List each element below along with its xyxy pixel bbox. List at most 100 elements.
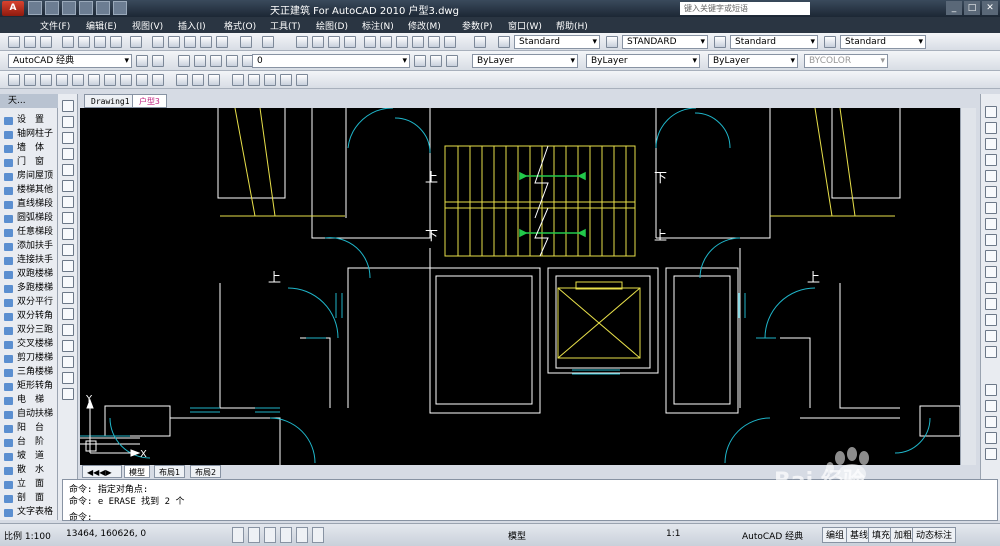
gradient-icon[interactable] xyxy=(62,340,74,352)
explode-icon[interactable] xyxy=(985,346,997,358)
palette-item-steps[interactable]: 台 阶 xyxy=(0,436,58,449)
color-select[interactable]: ByLayer xyxy=(472,54,578,68)
undo-icon[interactable] xyxy=(240,36,252,48)
dim-style-select[interactable]: STANDARD xyxy=(622,35,708,49)
publish-icon[interactable] xyxy=(94,36,106,48)
copy-icon[interactable] xyxy=(168,36,180,48)
menu-help[interactable]: 帮助(H) xyxy=(556,19,588,32)
osnap-intersection-icon[interactable] xyxy=(985,416,997,428)
zoom-window-icon[interactable] xyxy=(328,36,340,48)
tz-icon-4[interactable] xyxy=(56,74,68,86)
text-style-icon[interactable] xyxy=(498,36,510,48)
palette-item-stairs-other[interactable]: 楼梯其他 xyxy=(0,184,58,197)
osnap-perpendicular-icon[interactable] xyxy=(985,448,997,460)
region-icon[interactable] xyxy=(62,356,74,368)
search-input[interactable]: 键入关键字或短语 xyxy=(680,2,810,15)
mtext-icon[interactable] xyxy=(62,388,74,400)
zoom-realtime-icon[interactable] xyxy=(312,36,324,48)
palette-item-split-triple[interactable]: 双分三跑 xyxy=(0,324,58,337)
save-icon[interactable] xyxy=(40,36,52,48)
tz-icon-6[interactable] xyxy=(88,74,100,86)
trim-icon[interactable] xyxy=(985,250,997,262)
tz-icon-9[interactable] xyxy=(136,74,148,86)
tz-icon-10[interactable] xyxy=(152,74,164,86)
palette-item-text-table[interactable]: 文字表格 xyxy=(0,506,58,519)
palette-item-double-run-stair[interactable]: 双跑楼梯 xyxy=(0,268,58,281)
markup-icon[interactable] xyxy=(428,36,440,48)
palette-item-ramp[interactable]: 坡 道 xyxy=(0,450,58,463)
multileader-style-icon[interactable] xyxy=(824,36,836,48)
workspace-icon[interactable] xyxy=(152,55,164,67)
insert-block-icon[interactable] xyxy=(62,276,74,288)
drawing-canvas[interactable]: 上 上 上 下 下 上 Y X xyxy=(80,108,960,465)
copy-object-icon[interactable] xyxy=(985,122,997,134)
otrack-toggle[interactable] xyxy=(312,527,324,543)
snap-toggle[interactable] xyxy=(232,527,244,543)
tz-icon-16[interactable] xyxy=(264,74,276,86)
palette-item-scissor-stair[interactable]: 剪刀楼梯 xyxy=(0,352,58,365)
palette-item-doors-windows[interactable]: 门 窗 xyxy=(0,156,58,169)
properties-icon[interactable] xyxy=(364,36,376,48)
palette-item-elevator[interactable]: 电 梯 xyxy=(0,394,58,407)
redo-icon[interactable] xyxy=(96,1,110,15)
menu-file[interactable]: 文件(F) xyxy=(40,19,70,32)
palette-item-escalator[interactable]: 自动扶梯 xyxy=(0,408,58,421)
tz-icon-1[interactable] xyxy=(8,74,20,86)
erase-icon[interactable] xyxy=(985,106,997,118)
maximize-icon[interactable]: □ xyxy=(964,1,980,15)
palette-item-apron[interactable]: 散 水 xyxy=(0,464,58,477)
save-icon[interactable] xyxy=(62,1,76,15)
multileader-style-select[interactable]: Standard xyxy=(840,35,926,49)
print-icon[interactable] xyxy=(62,36,74,48)
table-style-icon[interactable] xyxy=(714,36,726,48)
menu-format[interactable]: 格式(O) xyxy=(224,19,256,32)
menu-draw[interactable]: 绘图(D) xyxy=(316,19,348,32)
palette-item-multi-run-stair[interactable]: 多跑楼梯 xyxy=(0,282,58,295)
new-icon[interactable] xyxy=(8,36,20,48)
mirror-icon[interactable] xyxy=(985,138,997,150)
menu-view[interactable]: 视图(V) xyxy=(132,19,163,32)
polygon-icon[interactable] xyxy=(62,148,74,160)
minimize-icon[interactable]: _ xyxy=(946,1,962,15)
annotation-scale[interactable]: 1:1 xyxy=(666,529,680,539)
chamfer-icon[interactable] xyxy=(985,314,997,326)
open-icon[interactable] xyxy=(24,36,36,48)
zoom-previous-icon[interactable] xyxy=(344,36,356,48)
palette-item-rooms-roofs[interactable]: 房间屋顶 xyxy=(0,170,58,183)
tz-icon-13[interactable] xyxy=(208,74,220,86)
palette-item-custom-stair[interactable]: 任意梯段 xyxy=(0,226,58,239)
pan-icon[interactable] xyxy=(296,36,308,48)
tz-icon-3[interactable] xyxy=(40,74,52,86)
undo-icon[interactable] xyxy=(79,1,93,15)
tz-icon-8[interactable] xyxy=(120,74,132,86)
scale-indicator[interactable]: 比例 1:100 xyxy=(4,529,51,542)
join-icon[interactable] xyxy=(985,298,997,310)
doc-tab-drawing1[interactable]: Drawing1 xyxy=(84,94,137,108)
vertical-scrollbar[interactable] xyxy=(960,108,976,465)
match-properties-icon[interactable] xyxy=(200,36,212,48)
menu-edit[interactable]: 编辑(E) xyxy=(86,19,117,32)
menu-window[interactable]: 窗口(W) xyxy=(508,19,542,32)
palette-item-balcony[interactable]: 阳 台 xyxy=(0,422,58,435)
palette-item-section[interactable]: 剖 面 xyxy=(0,492,58,505)
rotate-icon[interactable] xyxy=(985,202,997,214)
tz-icon-18[interactable] xyxy=(296,74,308,86)
layout-tab-layout1[interactable]: 布局1 xyxy=(154,465,186,478)
break-icon[interactable] xyxy=(985,282,997,294)
scale-icon[interactable] xyxy=(985,218,997,230)
table-style-select[interactable]: Standard xyxy=(730,35,818,49)
circle-icon[interactable] xyxy=(62,196,74,208)
text-style-select[interactable]: Standard xyxy=(514,35,600,49)
palette-item-split-corner[interactable]: 双分转角 xyxy=(0,310,58,323)
dim-style-icon[interactable] xyxy=(606,36,618,48)
palette-item-walls[interactable]: 墙 体 xyxy=(0,142,58,155)
plot-preview-icon[interactable] xyxy=(78,36,90,48)
palette-item-add-handrail[interactable]: 添加扶手 xyxy=(0,240,58,253)
layout-tab-model[interactable]: 模型 xyxy=(124,465,150,478)
paste-icon[interactable] xyxy=(184,36,196,48)
palette-item-straight-stair[interactable]: 直线梯段 xyxy=(0,198,58,211)
make-block-icon[interactable] xyxy=(62,292,74,304)
palette-item-connect-handrail[interactable]: 连接扶手 xyxy=(0,254,58,267)
palette-header[interactable]: 天... xyxy=(0,94,58,108)
workspace-switcher[interactable]: AutoCAD 经典 xyxy=(742,529,803,542)
